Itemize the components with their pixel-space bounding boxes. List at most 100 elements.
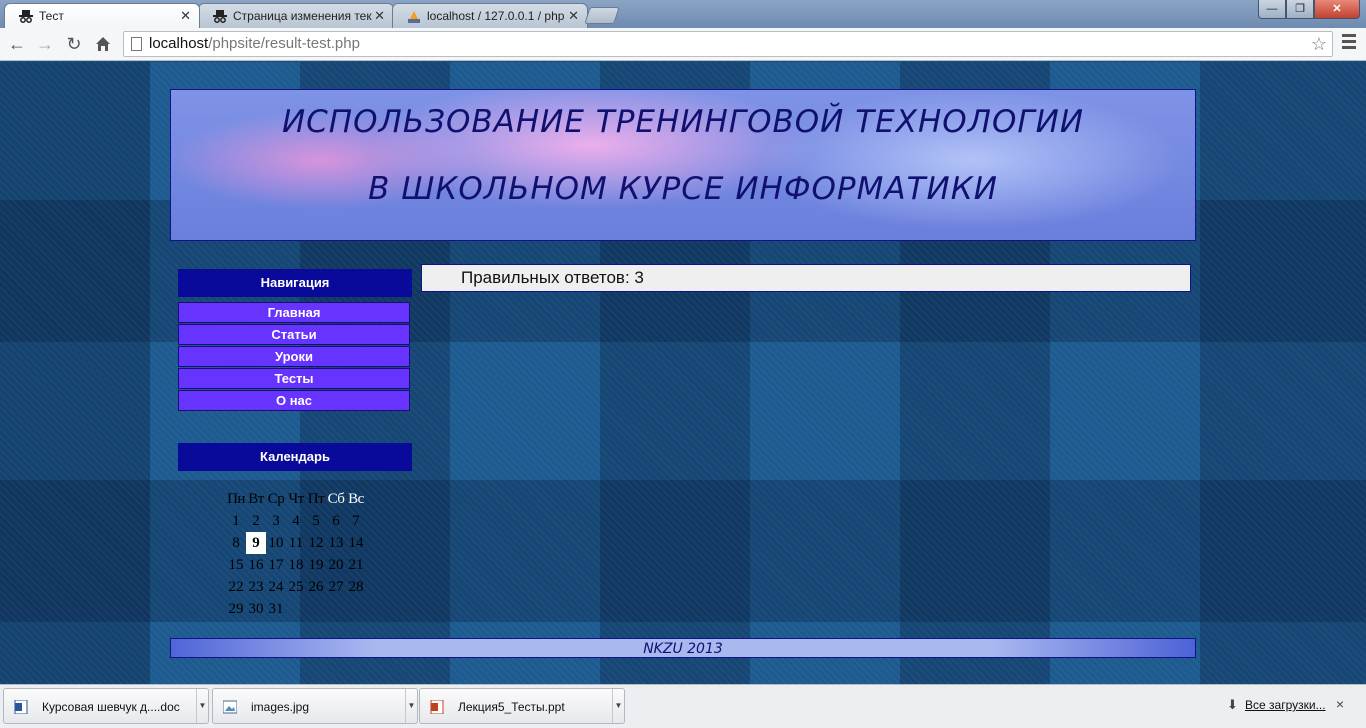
calendar-day: 15	[228, 556, 244, 573]
calendar-day: 22	[228, 578, 244, 595]
powerpoint-icon	[430, 700, 444, 714]
tab-title: Тест	[39, 9, 64, 23]
calendar-day: 30	[248, 600, 264, 617]
calendar-day: 16	[248, 556, 264, 573]
calendar-day: 17	[268, 556, 284, 573]
calendar-day: 23	[248, 578, 264, 595]
tab-phpmyadmin[interactable]: localhost / 127.0.0.1 / php ✕	[392, 3, 588, 28]
menu-icon[interactable]	[1342, 34, 1356, 52]
tab-close-icon[interactable]: ✕	[568, 8, 579, 24]
word-doc-icon	[14, 700, 28, 714]
maximize-button[interactable]: ❐	[1286, 0, 1314, 19]
chevron-down-icon[interactable]: ▼	[612, 689, 624, 723]
tab-strip: Тест ✕ Страница изменения тек ✕ localhos…	[0, 0, 1366, 28]
nav-link-about[interactable]: О нас	[178, 390, 410, 411]
chevron-down-icon[interactable]: ▼	[405, 689, 417, 723]
browser-toolbar: ← → ↻ localhost/phpsite/result-test.php …	[0, 28, 1366, 61]
home-icon[interactable]	[91, 33, 115, 57]
nav-link-tests[interactable]: Тесты	[178, 368, 410, 389]
tab-test[interactable]: Тест ✕	[4, 3, 200, 28]
calendar-day	[326, 598, 346, 620]
minimize-button[interactable]: —	[1258, 0, 1286, 19]
calendar-day: 27	[328, 578, 344, 595]
calendar-day: 8	[232, 534, 240, 551]
calendar-day: 28	[348, 578, 364, 595]
calendar-day	[346, 598, 366, 620]
calendar-day: 14	[348, 534, 364, 551]
calendar: Пн Вт Ср Чт Пт Сб Вс 1 2 3 4 5 6 7 8 9 10 11 12 13 14…	[226, 488, 366, 620]
tab-title: localhost / 127.0.0.1 / php	[427, 9, 565, 23]
calendar-week-row: 15 16 17 18 19 20 21	[226, 554, 366, 576]
chevron-down-icon[interactable]: ▼	[196, 689, 208, 723]
test-result-box: Правильных ответов: 3	[421, 264, 1191, 292]
navigation-heading: Навигация	[178, 269, 412, 297]
page-viewport: ИСПОЛЬЗОВАНИЕ ТРЕНИНГОВОЙ ТЕХНОЛОГИИ В Ш…	[0, 62, 1366, 684]
calendar-day: 24	[268, 578, 284, 595]
weekday-label: Пн	[227, 490, 245, 507]
page-icon	[131, 37, 142, 51]
calendar-day: 2	[252, 512, 260, 529]
calendar-day: 11	[288, 534, 304, 551]
calendar-day: 6	[332, 512, 340, 529]
calendar-week-row: 8 9 10 11 12 13 14	[226, 532, 366, 554]
weekday-label: Чт	[288, 490, 304, 507]
site-header: ИСПОЛЬЗОВАНИЕ ТРЕНИНГОВОЙ ТЕХНОЛОГИИ В Ш…	[170, 89, 1196, 241]
image-file-icon	[223, 700, 237, 714]
calendar-day: 10	[268, 534, 284, 551]
tab-close-icon[interactable]: ✕	[374, 8, 385, 24]
calendar-day: 1	[232, 512, 240, 529]
download-shelf: Курсовая шевчук д....doc ▼ images.jpg ▼ …	[0, 684, 1366, 728]
download-item[interactable]: images.jpg ▼	[212, 688, 418, 724]
download-item[interactable]: Курсовая шевчук д....doc ▼	[3, 688, 209, 724]
nav-link-home[interactable]: Главная	[178, 302, 410, 323]
weekday-label: Сб	[327, 490, 345, 507]
calendar-day: 26	[308, 578, 324, 595]
download-arrow-icon: ⬇	[1227, 697, 1238, 712]
show-all-downloads-link[interactable]: ⬇ Все загрузки...	[1227, 697, 1326, 712]
calendar-day: 31	[268, 600, 284, 617]
calendar-day: 19	[308, 556, 324, 573]
address-bar[interactable]: localhost/phpsite/result-test.php ☆	[123, 31, 1333, 57]
calendar-week-row: 22 23 24 25 26 27 28	[226, 576, 366, 598]
header-title-line2: В ШКОЛЬНОМ КУРСЕ ИНФОРМАТИКИ	[368, 171, 998, 207]
bookmark-star-icon[interactable]: ☆	[1311, 32, 1327, 56]
tab-close-icon[interactable]: ✕	[180, 8, 191, 24]
phpmyadmin-icon	[408, 11, 420, 23]
download-filename: images.jpg	[251, 700, 310, 714]
calendar-day: 9	[246, 532, 266, 554]
tab-edit-page[interactable]: Страница изменения тек ✕	[198, 3, 394, 28]
calendar-week-row: 29 30 31	[226, 598, 366, 620]
download-item[interactable]: Лекция5_Тесты.ppt ▼	[419, 688, 625, 724]
forward-icon[interactable]: →	[33, 33, 57, 57]
new-tab-button[interactable]	[584, 7, 620, 24]
nav-link-articles[interactable]: Статьи	[178, 324, 410, 345]
calendar-day	[306, 598, 326, 620]
window-controls: — ❐ ✕	[1258, 0, 1360, 19]
back-icon[interactable]: ←	[5, 33, 29, 57]
calendar-day: 3	[272, 512, 280, 529]
weekday-label: Пт	[307, 490, 325, 507]
close-window-button[interactable]: ✕	[1314, 0, 1360, 19]
calendar-grid: 1 2 3 4 5 6 7 8 9 10 11 12 13 14 15 16 17 18 19 20 21 22 23 24 2…	[226, 510, 366, 620]
calendar-day: 13	[328, 534, 344, 551]
download-filename: Лекция5_Тесты.ppt	[458, 700, 565, 714]
nav-link-lessons[interactable]: Уроки	[178, 346, 410, 367]
calendar-day: 18	[288, 556, 304, 573]
calendar-day: 12	[308, 534, 324, 551]
calendar-heading: Календарь	[178, 443, 412, 471]
calendar-day	[286, 598, 306, 620]
header-title-line1: ИСПОЛЬЗОВАНИЕ ТРЕНИНГОВОЙ ТЕХНОЛОГИИ	[281, 104, 1085, 140]
url-text: localhost/phpsite/result-test.php	[149, 35, 360, 52]
calendar-day: 21	[348, 556, 364, 573]
site-footer: NKZU 2013	[170, 638, 1196, 658]
incognito-icon	[19, 10, 33, 23]
tab-title: Страница изменения тек	[233, 9, 372, 23]
weekday-label: Вс	[348, 490, 364, 507]
download-filename: Курсовая шевчук д....doc	[42, 700, 180, 714]
reload-icon[interactable]: ↻	[62, 33, 86, 57]
result-value: 3	[634, 268, 644, 287]
close-shelf-icon[interactable]: ×	[1336, 696, 1344, 712]
navigation-menu: Главная Статьи Уроки Тесты О нас	[178, 302, 410, 412]
calendar-day: 25	[288, 578, 304, 595]
weekday-label: Ср	[267, 490, 285, 507]
